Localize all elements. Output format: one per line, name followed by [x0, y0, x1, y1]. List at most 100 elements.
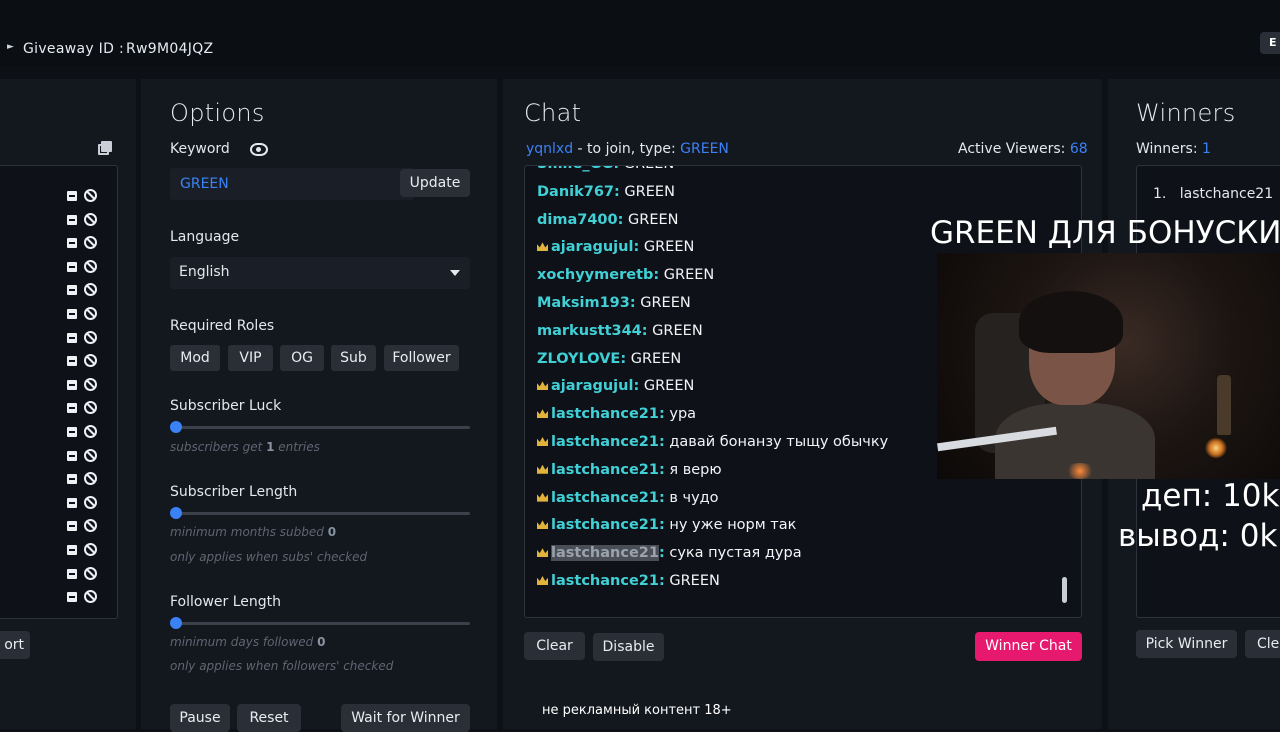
- chat-username[interactable]: ajaragujul:: [551, 239, 639, 255]
- ban-icon[interactable]: [84, 519, 97, 533]
- chat-username[interactable]: lastchance21:: [551, 573, 665, 589]
- remove-entry-icon[interactable]: [67, 238, 77, 249]
- chat-scrollbar[interactable]: [1062, 577, 1067, 603]
- clear-winners-button[interactable]: Cle: [1245, 630, 1280, 658]
- remove-entry-icon[interactable]: [67, 214, 77, 225]
- eye-icon[interactable]: [250, 143, 268, 156]
- chat-text: GREEN: [626, 350, 682, 367]
- chat-username[interactable]: markustt344:: [537, 323, 648, 339]
- entry-row: [67, 543, 103, 557]
- ban-icon[interactable]: [84, 448, 97, 462]
- caret-right-icon[interactable]: ►: [7, 42, 14, 52]
- disable-chat-button[interactable]: Disable: [593, 633, 664, 661]
- remove-entry-icon[interactable]: [67, 521, 77, 532]
- remove-entry-icon[interactable]: [67, 568, 77, 579]
- chat-username[interactable]: lastchance21:: [551, 406, 665, 422]
- required-roles-label: Required Roles: [170, 318, 275, 334]
- remove-entry-icon[interactable]: [67, 332, 77, 343]
- entry-row: [67, 425, 103, 439]
- remove-entry-icon[interactable]: [67, 261, 77, 272]
- chat-message: lastchance21: GREEN: [537, 573, 720, 589]
- follower-length-slider[interactable]: [175, 622, 470, 625]
- role-sub-button[interactable]: Sub: [331, 345, 376, 371]
- remove-entry-icon[interactable]: [67, 285, 77, 296]
- channel-link[interactable]: yqnlxd: [526, 141, 573, 157]
- remove-entry-icon[interactable]: [67, 356, 77, 367]
- export-button[interactable]: ort: [0, 631, 30, 659]
- ban-icon[interactable]: [84, 330, 97, 344]
- chat-username[interactable]: lastchance21:: [551, 434, 665, 450]
- chat-text: давай бонанзу тыщу обычку: [664, 434, 889, 450]
- remove-entry-icon[interactable]: [67, 497, 77, 508]
- copy-icon[interactable]: [98, 141, 112, 155]
- remove-entry-icon[interactable]: [67, 545, 77, 555]
- chat-text: сука пустая дура: [664, 545, 802, 562]
- follower-length-thumb[interactable]: [170, 617, 182, 629]
- ban-icon[interactable]: [84, 212, 97, 226]
- chat-username[interactable]: xochyymeretb:: [537, 267, 659, 283]
- remove-entry-icon[interactable]: [67, 592, 77, 603]
- chat-text: GREEN: [623, 211, 679, 228]
- chat-username[interactable]: dima7400:: [537, 212, 623, 228]
- update-button[interactable]: Update: [400, 169, 470, 197]
- chat-username[interactable]: ZLOYLOVE:: [537, 351, 626, 367]
- chat-username[interactable]: ajaragujul:: [551, 378, 639, 394]
- remove-entry-icon[interactable]: [67, 379, 77, 390]
- entry-row: [67, 189, 103, 203]
- remove-entry-icon[interactable]: [67, 309, 77, 319]
- follower-length-label: Follower Length: [170, 594, 282, 610]
- ban-icon[interactable]: [84, 283, 97, 297]
- language-label: Language: [170, 229, 240, 245]
- remove-entry-icon[interactable]: [67, 450, 77, 461]
- chat-username[interactable]: Danik767:: [537, 184, 620, 200]
- winner-item[interactable]: 1. lastchance21: [1153, 186, 1273, 202]
- role-og-button[interactable]: OG: [280, 345, 324, 371]
- ban-icon[interactable]: [84, 472, 97, 486]
- ban-icon[interactable]: [84, 495, 97, 509]
- chat-username[interactable]: Maksim193:: [537, 295, 636, 311]
- corner-button[interactable]: E: [1260, 32, 1280, 54]
- wait-for-winner-button[interactable]: Wait for Winner: [341, 704, 470, 732]
- remove-entry-icon[interactable]: [67, 427, 77, 437]
- ban-icon[interactable]: [84, 566, 97, 580]
- subscriber-luck-hint: subscribers get 1 entries: [170, 440, 320, 454]
- ban-icon[interactable]: [84, 590, 97, 604]
- entries-list[interactable]: [0, 165, 118, 619]
- subscriber-length-thumb[interactable]: [170, 507, 182, 519]
- subscriber-length-slider[interactable]: [175, 512, 470, 515]
- ban-icon[interactable]: [84, 377, 97, 391]
- chat-username[interactable]: lastchance21:: [551, 462, 665, 478]
- winner-chat-button[interactable]: Winner Chat: [975, 632, 1082, 661]
- entry-row: [67, 519, 103, 533]
- deposit-overlay: деп: 10k: [1141, 478, 1280, 514]
- chat-username[interactable]: lastchance21:: [551, 490, 665, 506]
- remove-entry-icon[interactable]: [67, 191, 77, 201]
- language-select[interactable]: English: [170, 257, 470, 289]
- chat-username[interactable]: lastchance21:: [551, 517, 665, 533]
- pause-button[interactable]: Pause: [170, 704, 230, 732]
- reset-button[interactable]: Reset: [237, 704, 301, 732]
- keyword-input[interactable]: [170, 168, 414, 200]
- chat-username[interactable]: lastchance21: [551, 545, 659, 562]
- ban-icon[interactable]: [84, 425, 97, 438]
- chat-username[interactable]: Smile_GG:: [537, 166, 619, 172]
- pick-winner-button[interactable]: Pick Winner: [1136, 630, 1237, 658]
- clear-chat-button[interactable]: Clear: [524, 632, 585, 660]
- role-vip-button[interactable]: VIP: [228, 345, 273, 371]
- chat-message: lastchance21: ну уже норм так: [537, 517, 796, 533]
- ban-icon[interactable]: [84, 307, 97, 320]
- ban-icon[interactable]: [84, 401, 97, 415]
- ban-icon[interactable]: [84, 236, 97, 250]
- subscriber-luck-thumb[interactable]: [170, 421, 182, 433]
- role-mod-button[interactable]: Mod: [170, 345, 220, 371]
- chat-message: Danik767: GREEN: [537, 184, 675, 200]
- subscriber-luck-slider[interactable]: [175, 426, 470, 429]
- ban-icon[interactable]: [84, 354, 97, 368]
- remove-entry-icon[interactable]: [67, 403, 77, 414]
- role-follower-button[interactable]: Follower: [384, 345, 459, 371]
- ban-icon[interactable]: [84, 259, 97, 273]
- remove-entry-icon[interactable]: [67, 474, 77, 485]
- chat-text: GREEN: [619, 166, 675, 172]
- ban-icon[interactable]: [84, 189, 97, 202]
- ban-icon[interactable]: [84, 543, 97, 556]
